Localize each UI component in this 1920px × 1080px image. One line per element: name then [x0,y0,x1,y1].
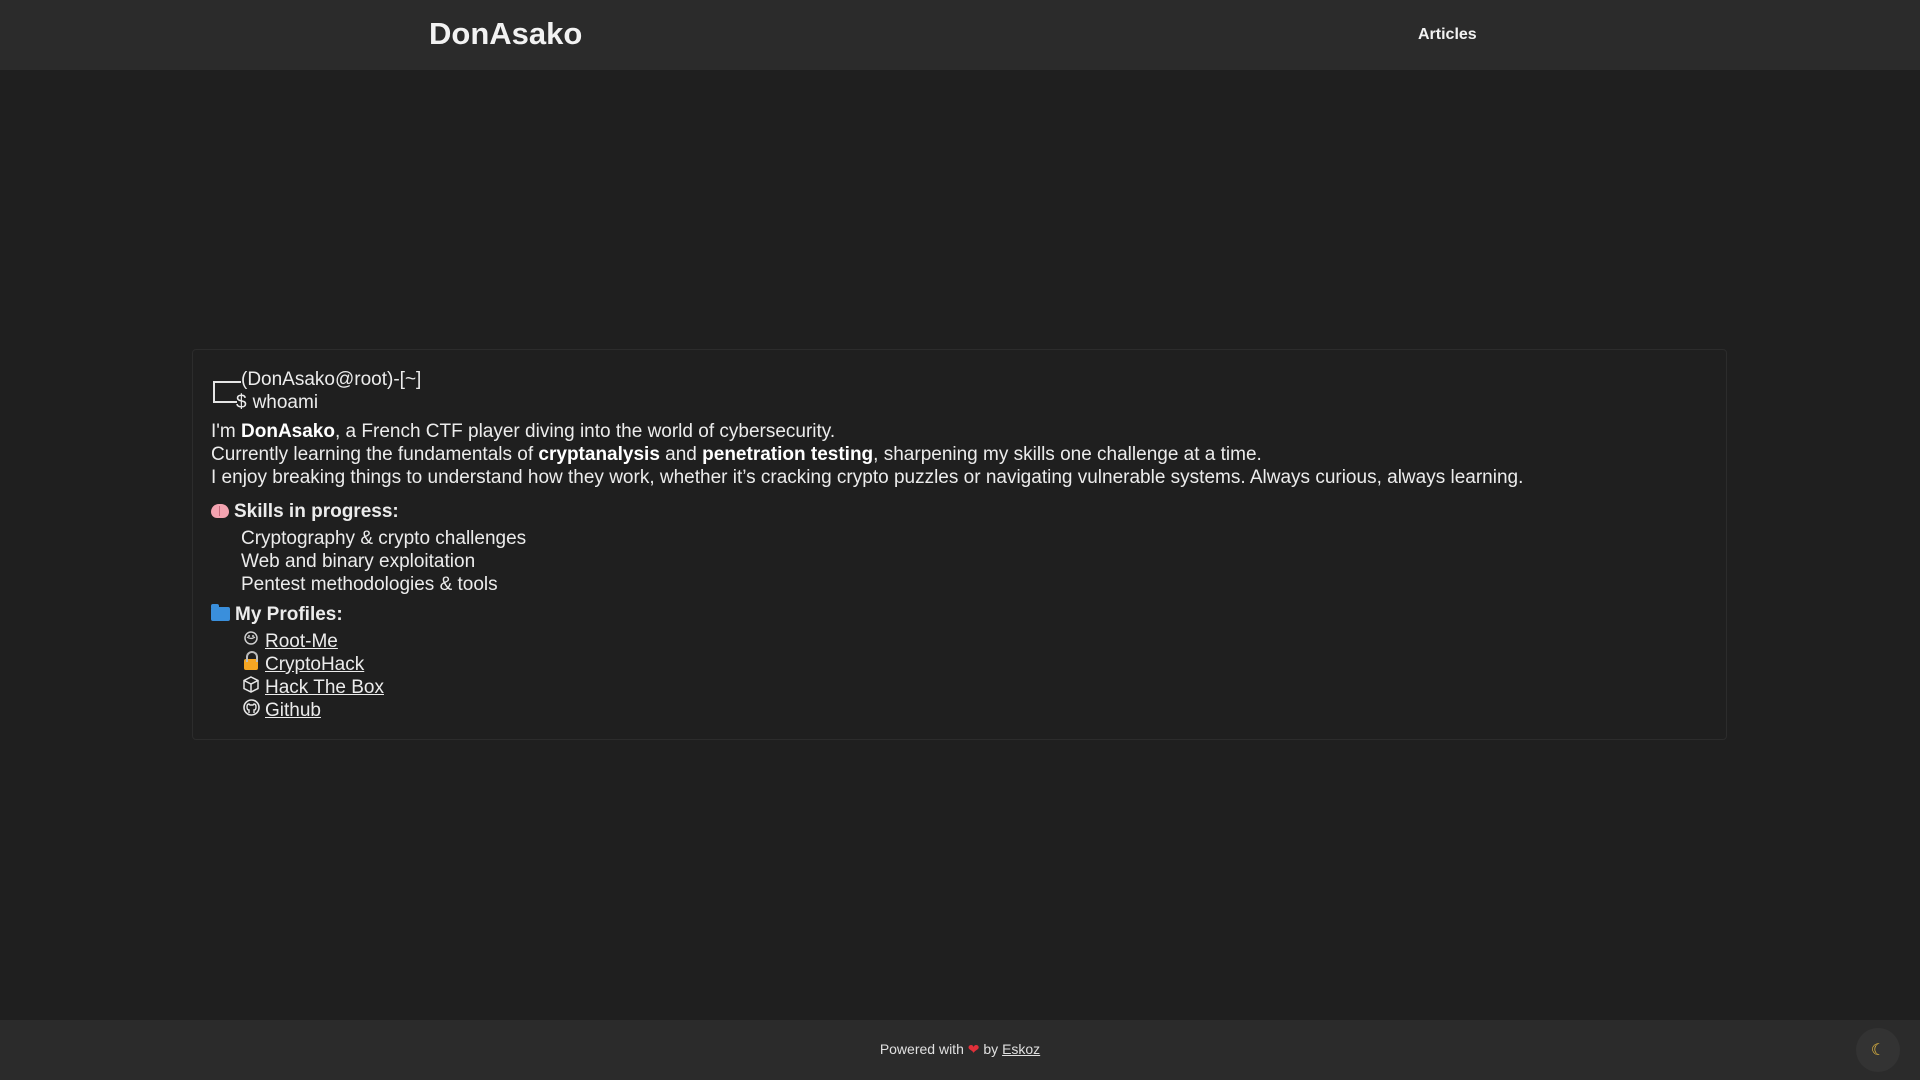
nav-articles-link[interactable]: Articles [1418,26,1477,44]
footer-text: Powered with ❤ by Eskoz [0,1041,1920,1058]
intro-line-1-suffix: , a French CTF player diving into the wo… [334,421,836,442]
profiles-heading-label: My Profiles: [235,603,343,625]
profile-link-cryptohack[interactable]: CryptoHack [265,653,364,676]
theme-toggle-button[interactable]: ☾ [1856,1028,1900,1072]
site-header: DonAsako Articles [0,0,1920,70]
profile-item-github: Github [241,698,1523,723]
github-icon [241,698,261,723]
profile-item-root-me: Root-Me [241,630,1523,653]
footer-author-link[interactable]: Eskoz [1002,1041,1040,1057]
terminal-corner-bottom [213,390,237,403]
intro-line-1-prefix: I'm [211,421,242,442]
intro-topic-pentest: penetration testing [702,444,874,465]
profile-link-root-me[interactable]: Root-Me [265,630,338,653]
skills-list: Cryptography & crypto challenges Web and… [211,527,1523,596]
heart-icon: ❤ [967,1041,980,1057]
prompt-dollar: $ [236,392,247,413]
intro-topic-cryptanalysis: cryptanalysis [538,444,660,465]
intro-line-1: I'm DonAsako, a French CTF player diving… [211,420,1523,443]
moon-icon: ☾ [1870,1042,1886,1059]
footer-powered-label: Powered with [879,1041,964,1057]
about-content: I'm DonAsako, a French CTF player diving… [211,420,1523,722]
intro-line-2-suffix: , sharpening my skills one challenge at … [873,444,1262,465]
intro-line-2-prefix: Currently learning the fundamentals of [211,444,539,465]
profile-item-hack-the-box: Hack The Box [241,675,1523,700]
folder-icon [211,604,230,621]
profile-item-cryptohack: CryptoHack [241,650,1523,677]
skill-item: Cryptography & crypto challenges [241,528,527,549]
profiles-list: Root-Me CryptoHack Hack The Box Github [211,630,1523,722]
skill-item: Pentest methodologies & tools [241,574,498,595]
profile-link-hack-the-box[interactable]: Hack The Box [265,676,384,699]
footer-by-label: by [983,1041,999,1057]
skill-item: Web and binary exploitation [241,551,476,572]
prompt-line: (DonAsako@root)-[~] [241,369,422,390]
profiles-heading: My Profiles: [211,602,1523,626]
intro-line-2: Currently learning the fundamentals of c… [211,443,1523,466]
lock-icon [241,650,261,677]
terminal-prompt: (DonAsako@root)-[~] $ whoami [213,368,421,414]
cube-icon [241,675,261,700]
hacker-mask-icon [241,630,261,653]
intro-name: DonAsako [241,421,335,442]
about-card: (DonAsako@root)-[~] $ whoami I'm DonAsak… [192,349,1727,740]
prompt-command: whoami [252,392,319,413]
profile-link-github[interactable]: Github [265,699,321,722]
skills-heading: Skills in progress: [211,499,1523,523]
intro-line-2-middle: and [659,444,703,465]
site-title-link[interactable]: DonAsako [429,16,582,52]
intro-line-3: I enjoy breaking things to understand ho… [211,467,1524,488]
skills-heading-label: Skills in progress: [234,500,399,522]
site-footer: Powered with ❤ by Eskoz [0,1020,1920,1080]
brain-icon [211,504,229,518]
